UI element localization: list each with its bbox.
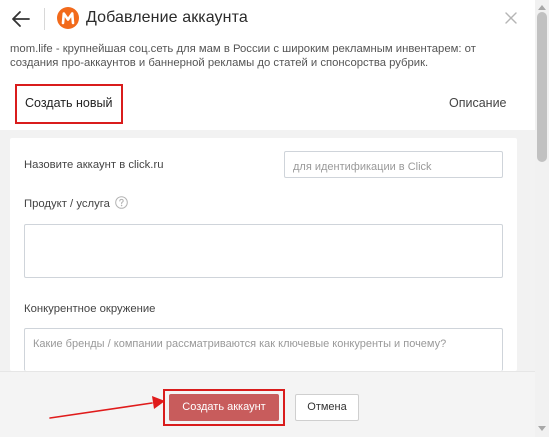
close-button[interactable] bbox=[503, 10, 519, 26]
tab-description[interactable]: Описание bbox=[449, 96, 507, 110]
header-divider bbox=[44, 8, 45, 30]
scroll-up-icon[interactable] bbox=[538, 4, 546, 10]
competitors-label: Конкурентное окружение bbox=[24, 303, 156, 315]
form-card: Назовите аккаунт в click.ru для идентифи… bbox=[10, 138, 517, 371]
arrow-left-icon bbox=[12, 11, 30, 27]
mom-life-logo bbox=[57, 7, 79, 29]
account-name-input[interactable]: для идентификации в Click bbox=[284, 151, 503, 178]
dialog-header: Добавление аккаунта bbox=[0, 0, 535, 38]
tab-create-new[interactable]: Создать новый bbox=[15, 84, 123, 124]
form-area: Назовите аккаунт в click.ru для идентифи… bbox=[0, 130, 535, 371]
dialog-title: Добавление аккаунта bbox=[86, 9, 248, 26]
annotation-arrow bbox=[49, 396, 165, 419]
account-name-label: Назовите аккаунт в click.ru bbox=[24, 159, 164, 171]
help-icon[interactable] bbox=[115, 196, 128, 209]
account-description: mom.life - крупнейшая соц.сеть для мам в… bbox=[10, 43, 476, 69]
close-icon bbox=[505, 12, 517, 24]
back-button[interactable] bbox=[10, 8, 32, 30]
competitors-textarea[interactable]: Какие бренды / компании рассматриваются … bbox=[24, 328, 503, 371]
scroll-down-icon[interactable] bbox=[538, 426, 546, 432]
scrollbar-thumb[interactable] bbox=[537, 12, 547, 162]
tabs: Создать новый Описание bbox=[0, 82, 535, 126]
create-account-button[interactable]: Создать аккаунт bbox=[169, 394, 279, 421]
product-label: Продукт / услуга bbox=[24, 198, 110, 210]
product-textarea[interactable] bbox=[24, 224, 503, 278]
cancel-button[interactable]: Отмена bbox=[295, 394, 359, 421]
